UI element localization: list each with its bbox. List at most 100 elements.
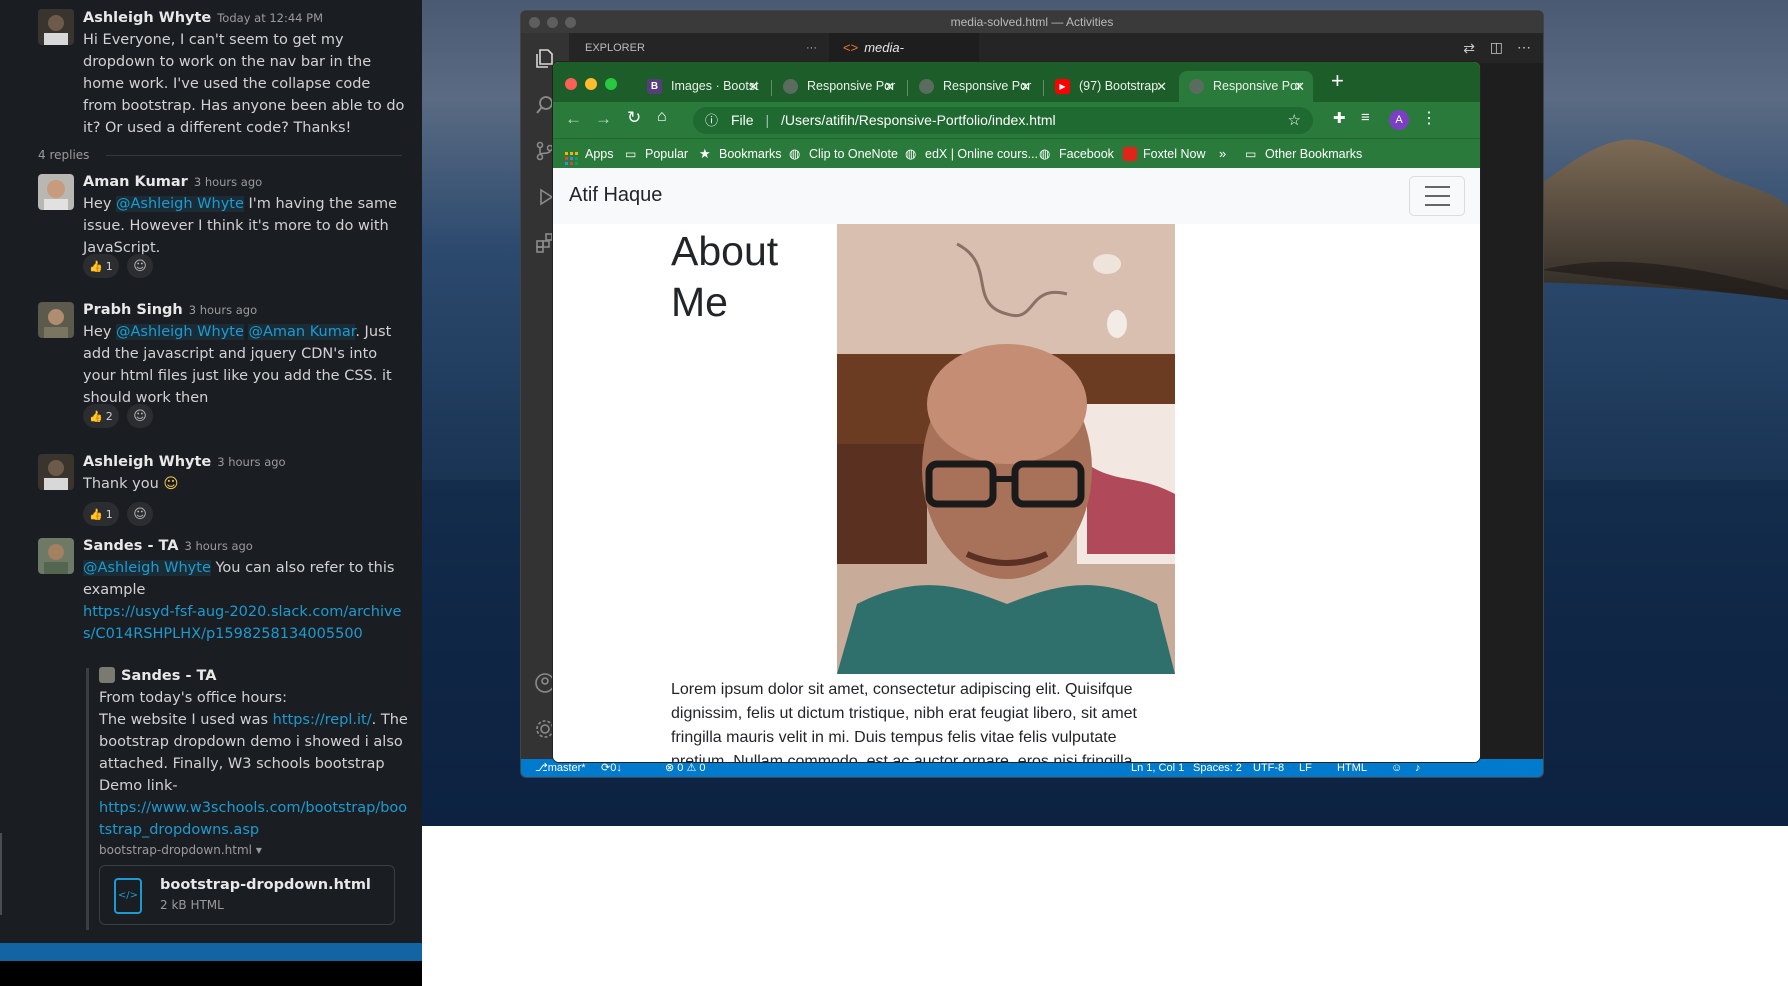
shared-author-name: Sandes - TA — [121, 668, 217, 684]
add-reaction-button[interactable]: ☺ — [127, 404, 153, 428]
browser-tab-4[interactable]: ▶ (97) Bootstrap ✕ — [1045, 71, 1175, 102]
add-reaction-button[interactable]: ☺ — [127, 502, 153, 526]
bookmark-label: Clip to OneNote — [809, 147, 898, 161]
open-changes-icon[interactable]: ⇄ — [1463, 40, 1475, 57]
bookmark-popular[interactable]: ▭ Popular — [625, 139, 688, 169]
reaction-count: 1 — [105, 259, 113, 273]
repl-link[interactable]: https://repl.it/ — [273, 712, 372, 728]
avatar[interactable] — [38, 174, 74, 210]
media-controls-icon[interactable]: ≡ — [1361, 109, 1370, 126]
tab-divider — [771, 80, 772, 96]
html-file-icon: <> — [843, 40, 859, 55]
split-editor-icon[interactable]: ◫ — [1490, 39, 1503, 56]
user-mention[interactable]: @Ashleigh Whyte — [116, 324, 244, 340]
close-tab-icon[interactable]: ✕ — [884, 71, 895, 102]
browser-tab-3[interactable]: Responsive Por ✕ — [909, 71, 1039, 102]
new-tab-button[interactable]: + — [1331, 68, 1344, 94]
explorer-label: EXPLORER — [585, 42, 645, 54]
bookmark-other[interactable]: ▭ Other Bookmarks — [1245, 139, 1362, 169]
close-tab-icon[interactable]: ✕ — [748, 71, 759, 102]
globe-favicon-icon — [783, 79, 798, 94]
avatar[interactable] — [38, 538, 74, 574]
close-tab-icon[interactable]: ✕ — [1294, 71, 1305, 102]
home-icon[interactable]: ⌂ — [657, 108, 667, 126]
profile-avatar[interactable]: A — [1389, 110, 1409, 130]
avatar[interactable] — [38, 302, 74, 338]
message-timestamp[interactable]: 3 hours ago — [217, 455, 285, 469]
author-name[interactable]: Ashleigh Whyte — [83, 10, 211, 26]
avatar[interactable] — [38, 454, 74, 490]
avatar[interactable] — [38, 9, 74, 45]
explorer-header: EXPLORER ··· — [569, 33, 829, 63]
browser-tab-5-active[interactable]: Responsive Por ✕ — [1179, 71, 1313, 102]
back-arrow-icon[interactable]: ← — [565, 109, 582, 129]
bookmark-edx[interactable]: ◍ edX | Online cours... — [905, 139, 1038, 169]
zoom-dot[interactable] — [565, 17, 576, 28]
bookmark-star-icon[interactable]: ☆ — [1288, 107, 1301, 134]
bookmarks-overflow-button[interactable]: » — [1219, 139, 1226, 169]
bookmark-facebook[interactable]: ◍ Facebook — [1039, 139, 1114, 169]
author-name[interactable]: Aman Kumar — [83, 174, 188, 190]
bookmark-bookmarks[interactable]: ★ Bookmarks — [699, 139, 782, 169]
web-page: Atif Haque About Me Lorem ipsum dolor si… — [553, 168, 1480, 762]
close-dot[interactable] — [565, 78, 577, 90]
message-timestamp[interactable]: 3 hours ago — [185, 539, 253, 553]
more-actions-icon[interactable]: ⋯ — [1517, 39, 1531, 56]
scrollbar[interactable] — [0, 833, 2, 915]
extensions-puzzle-icon[interactable]: ✚ — [1333, 109, 1346, 127]
minimize-dot[interactable] — [547, 17, 558, 28]
minimize-dot[interactable] — [585, 78, 597, 90]
bookmark-onenote[interactable]: ◍ Clip to OneNote — [789, 139, 898, 169]
message-timestamp[interactable]: 3 hours ago — [189, 303, 257, 317]
user-mention[interactable]: @Aman Kumar — [248, 324, 356, 340]
browser-tab-2[interactable]: Responsive Por ✕ — [773, 71, 903, 102]
shared-author[interactable]: Sandes - TA — [99, 665, 409, 687]
page-content: About Me Lorem ipsum dolor sit amet, con… — [553, 224, 1480, 762]
reaction-count: 1 — [105, 507, 113, 521]
thumbs-up-icon: 👍 — [89, 507, 103, 521]
address-bar[interactable]: ⓘ File | /Users/atifih/Responsive-Portfo… — [693, 107, 1313, 134]
info-icon[interactable]: ⓘ — [705, 107, 718, 134]
bookmark-apps[interactable]: Apps — [565, 139, 614, 169]
message-timestamp[interactable]: Today at 12:44 PM — [217, 11, 323, 25]
bookmark-label: Other Bookmarks — [1265, 147, 1363, 161]
code-file-icon: </> — [114, 878, 142, 914]
close-tab-icon[interactable]: ✕ — [1156, 71, 1167, 102]
editor-tab[interactable]: <>media-solved.html✕ — [829, 33, 979, 85]
browser-tab-1[interactable]: B Images · Bootst ✕ — [637, 71, 767, 102]
navbar-brand[interactable]: Atif Haque — [569, 184, 662, 207]
reaction-thumbsup[interactable]: 👍 2 — [83, 404, 119, 428]
replies-divider — [106, 155, 402, 156]
reaction-thumbsup[interactable]: 👍 1 — [83, 502, 119, 526]
w3schools-link[interactable]: https://www.w3schools.com/bootstrap/boot… — [99, 800, 407, 838]
branch-indicator[interactable]: ⎇ master* — [535, 759, 586, 777]
reaction-thumbsup[interactable]: 👍 1 — [83, 254, 119, 278]
tab-label: (97) Bootstrap — [1079, 79, 1159, 93]
file-attachment[interactable]: </> bootstrap-dropdown.html 2 kB HTML — [99, 865, 395, 925]
author-name[interactable]: Sandes - TA — [83, 538, 179, 554]
author-name[interactable]: Prabh Singh — [83, 302, 183, 318]
add-reaction-button[interactable]: ☺ — [127, 254, 153, 278]
shared-line: From today's office hours: — [99, 690, 287, 706]
menu-kebab-icon[interactable]: ⋮ — [1421, 108, 1437, 128]
message-author[interactable]: Ashleigh Whyte Today at 12:44 PM — [83, 10, 323, 26]
message-link[interactable]: https://usyd-fsf-aug-2020.slack.com/arch… — [83, 604, 401, 642]
message-timestamp[interactable]: 3 hours ago — [194, 175, 262, 189]
close-tab-icon[interactable]: ✕ — [1020, 71, 1031, 102]
user-mention[interactable]: @Ashleigh Whyte — [83, 560, 211, 576]
forward-arrow-icon[interactable]: → — [595, 109, 612, 129]
editor-tabs: <>media-solved.html✕ ⇄ ◫ ⋯ — [829, 33, 1543, 85]
bookmark-foxtel[interactable]: Foxtel Now — [1123, 139, 1206, 169]
thumbs-up-icon: 👍 — [89, 409, 103, 423]
zoom-dot[interactable] — [605, 78, 617, 90]
file-label-row[interactable]: bootstrap-dropdown.html ▾ — [99, 843, 409, 857]
reload-icon[interactable]: ↻ — [627, 108, 641, 128]
explorer-more-button[interactable]: ··· — [806, 33, 817, 63]
slack-thread-panel: Ashleigh Whyte Today at 12:44 PM Hi Every… — [0, 0, 422, 986]
close-dot[interactable] — [529, 17, 540, 28]
about-paragraph: Lorem ipsum dolor sit amet, consectetur … — [671, 681, 1137, 762]
about-heading: About Me — [671, 228, 779, 325]
author-name[interactable]: Ashleigh Whyte — [83, 454, 211, 470]
navbar-toggler-button[interactable] — [1409, 176, 1465, 216]
user-mention[interactable]: @Ashleigh Whyte — [116, 196, 244, 212]
